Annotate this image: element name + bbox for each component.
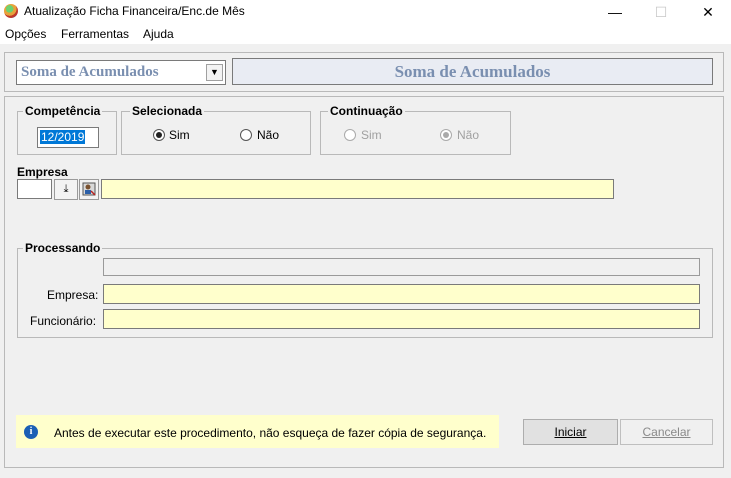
processando-funcionario-field	[103, 309, 700, 329]
empresa-name-field	[101, 179, 614, 199]
selecionada-nao-label: Não	[257, 128, 280, 142]
continuacao-nao-radio[interactable]	[440, 129, 452, 141]
selecionada-sim-label: Sim	[169, 128, 190, 142]
continuacao-label: Continuação	[328, 104, 405, 118]
download-icon[interactable]: ⤓	[54, 179, 78, 200]
search-person-icon[interactable]	[79, 179, 99, 200]
menu-ferramentas[interactable]: Ferramentas	[61, 27, 129, 41]
continuacao-sim-radio[interactable]	[344, 129, 356, 141]
empresa-code-input[interactable]	[17, 179, 52, 199]
chevron-down-icon[interactable]: ▼	[206, 64, 223, 81]
app-icon	[4, 4, 18, 18]
minimize-button[interactable]: —	[592, 0, 638, 24]
processando-funcionario-label: Funcionário:	[30, 314, 97, 328]
cancelar-button[interactable]: Cancelar	[620, 419, 713, 445]
process-heading: Soma de Acumulados	[232, 58, 713, 85]
iniciar-button[interactable]: Iniciar	[523, 419, 618, 445]
iniciar-label: Iniciar	[554, 425, 587, 439]
info-text: Antes de executar este procedimento, não…	[54, 426, 487, 440]
selecionada-label: Selecionada	[130, 104, 205, 118]
close-button[interactable]: ✕	[685, 0, 731, 24]
maximize-button[interactable]: ☐	[638, 0, 684, 24]
menu-bar: Opções Ferramentas Ajuda	[0, 24, 731, 44]
process-select[interactable]: Soma de Acumulados ▼	[16, 60, 226, 85]
continuacao-nao-label: Não	[457, 128, 480, 142]
menu-ajuda[interactable]: Ajuda	[143, 27, 174, 41]
processando-empresa-label: Empresa:	[47, 288, 99, 302]
process-select-value: Soma de Acumulados	[21, 64, 159, 80]
info-bar: i Antes de executar este procedimento, n…	[16, 415, 499, 448]
menu-opcoes[interactable]: Opções	[5, 27, 46, 41]
processando-empresa-field	[103, 284, 700, 304]
competencia-value: 12/2019	[40, 130, 86, 144]
process-heading-text: Soma de Acumulados	[394, 62, 551, 81]
competencia-label: Competência	[23, 104, 103, 118]
progress-bar	[103, 258, 700, 276]
info-icon: i	[24, 425, 38, 439]
empresa-label: Empresa	[17, 165, 68, 179]
processando-label: Processando	[23, 241, 103, 255]
continuacao-sim-label: Sim	[361, 128, 382, 142]
cancelar-label: Cancelar	[642, 425, 691, 439]
window-title: Atualização Ficha Financeira/Enc.de Mês	[24, 4, 245, 18]
title-bar: Atualização Ficha Financeira/Enc.de Mês …	[0, 0, 731, 24]
selecionada-sim-radio[interactable]	[153, 129, 165, 141]
selecionada-nao-radio[interactable]	[240, 129, 252, 141]
competencia-input[interactable]: 12/2019	[37, 127, 99, 148]
